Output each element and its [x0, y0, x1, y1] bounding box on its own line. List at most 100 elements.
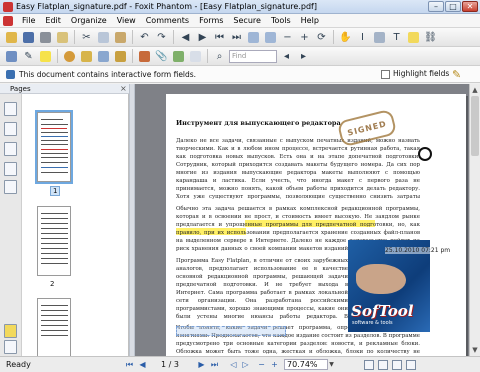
- find-prev-icon[interactable]: ◂: [279, 49, 294, 64]
- text-box-icon[interactable]: [4, 49, 19, 64]
- comments-nav-icon[interactable]: [4, 324, 17, 338]
- email-icon[interactable]: [55, 30, 70, 45]
- zoom-in-icon[interactable]: +: [297, 30, 312, 45]
- pages-panel-title: Pages: [10, 85, 31, 93]
- separator: [57, 49, 58, 63]
- continuous-facing-view-icon[interactable]: [406, 360, 416, 370]
- cut-icon[interactable]: ✂: [79, 30, 94, 45]
- single-page-view-icon[interactable]: [364, 360, 374, 370]
- status-bar: Ready ⏮ ◀ 1 / 3 ▶ ⏭ ◁ ▷ − + 70.74% ▼: [0, 356, 480, 372]
- paste-icon[interactable]: [113, 30, 128, 45]
- menu-help[interactable]: Help: [296, 14, 324, 28]
- layers-nav-icon[interactable]: [4, 162, 17, 176]
- search-icon[interactable]: ⌕: [212, 49, 227, 64]
- scroll-down-icon[interactable]: ▼: [471, 346, 479, 354]
- pen-icon[interactable]: ✎: [21, 49, 36, 64]
- hand-tool-icon[interactable]: ✋: [338, 30, 353, 45]
- menu-organize[interactable]: Organize: [66, 14, 112, 28]
- first-page-icon[interactable]: ⏮: [212, 30, 227, 45]
- form-pen-icon[interactable]: ✎: [452, 68, 461, 81]
- page-thumbnail[interactable]: [37, 298, 71, 356]
- menu-edit[interactable]: Edit: [40, 14, 66, 28]
- highlight-fields-checkbox[interactable]: [381, 70, 390, 79]
- page-thumbnail[interactable]: [35, 110, 73, 184]
- sign-icon[interactable]: [96, 49, 111, 64]
- security-nav-icon[interactable]: [4, 340, 17, 354]
- highlight-fields-label: Highlight fields: [393, 69, 450, 78]
- pages-nav-icon[interactable]: [4, 102, 17, 116]
- last-page-icon[interactable]: ⏭: [229, 30, 244, 45]
- scroll-thumb[interactable]: [471, 96, 479, 156]
- menu-forms[interactable]: Forms: [194, 14, 228, 28]
- snapshot-icon[interactable]: [372, 30, 387, 45]
- page-thumbnail-label: 1: [50, 186, 61, 196]
- fit-page-icon[interactable]: [246, 30, 261, 45]
- vertical-scrollbar[interactable]: ▲ ▼: [469, 84, 480, 356]
- page-indicator[interactable]: 1 / 3: [161, 360, 179, 369]
- redo-icon[interactable]: ↷: [154, 30, 169, 45]
- title-bar: Easy Flatplan_signature.pdf - Foxit Phan…: [0, 0, 480, 14]
- separator: [132, 30, 133, 44]
- minimize-button[interactable]: –: [428, 1, 444, 12]
- link-icon[interactable]: ⛓: [423, 30, 438, 45]
- copy-icon[interactable]: [96, 30, 111, 45]
- page-content: Инструмент для выпускающего редактора Да…: [135, 84, 469, 356]
- next-view-button[interactable]: ▷: [240, 359, 251, 370]
- softool-logo-subtitle: software & tools: [352, 320, 393, 326]
- typewriter-icon[interactable]: T: [389, 30, 404, 45]
- find-input[interactable]: Find: [229, 49, 277, 63]
- zoom-out-status-icon[interactable]: −: [256, 359, 267, 370]
- page-thumbnail[interactable]: [37, 206, 71, 276]
- note-icon[interactable]: [406, 30, 421, 45]
- first-page-button[interactable]: ⏮: [124, 359, 135, 370]
- facing-view-icon[interactable]: [392, 360, 402, 370]
- print-icon[interactable]: [38, 30, 53, 45]
- image-icon[interactable]: [171, 49, 186, 64]
- menu-file[interactable]: File: [17, 14, 40, 28]
- page-thumbnail-label: 2: [50, 280, 55, 288]
- separator: [207, 49, 208, 63]
- secondary-toolbar: ✎ 📎 ⌕ Find ◂ ▸: [0, 47, 480, 66]
- navigation-sidebar: [0, 94, 22, 356]
- certify-icon[interactable]: [113, 49, 128, 64]
- forward-icon[interactable]: ▶: [195, 30, 210, 45]
- menu-view[interactable]: View: [112, 14, 141, 28]
- rotate-icon[interactable]: ⟳: [314, 30, 329, 45]
- separator: [132, 49, 133, 63]
- menu-comments[interactable]: Comments: [141, 14, 194, 28]
- zoom-input[interactable]: 70.74%: [284, 359, 328, 370]
- bookmarks-nav-icon[interactable]: [4, 122, 17, 136]
- select-text-icon[interactable]: I: [355, 30, 370, 45]
- save-icon[interactable]: [21, 30, 36, 45]
- close-button[interactable]: ✕: [462, 1, 478, 12]
- maximize-button[interactable]: □: [445, 1, 461, 12]
- stamp-icon[interactable]: [137, 49, 152, 64]
- menu-secure[interactable]: Secure: [228, 14, 266, 28]
- highlight-icon[interactable]: [38, 49, 53, 64]
- form-field[interactable]: [176, 326, 286, 336]
- open-icon[interactable]: [4, 30, 19, 45]
- scroll-up-icon[interactable]: ▲: [471, 86, 479, 94]
- separator: [74, 30, 75, 44]
- lock-icon[interactable]: [79, 49, 94, 64]
- attach-icon[interactable]: 📎: [154, 49, 169, 64]
- zoom-out-icon[interactable]: −: [280, 30, 295, 45]
- continuous-view-icon[interactable]: [378, 360, 388, 370]
- signatures-nav-icon[interactable]: [4, 180, 17, 194]
- panel-close-icon[interactable]: ×: [120, 84, 127, 93]
- user-icon[interactable]: [62, 49, 77, 64]
- back-icon[interactable]: ◀: [178, 30, 193, 45]
- zoom-in-status-icon[interactable]: +: [269, 359, 280, 370]
- fit-width-icon[interactable]: [263, 30, 278, 45]
- page-icon[interactable]: [188, 49, 203, 64]
- zoom-dropdown-icon[interactable]: ▼: [327, 359, 336, 370]
- previous-view-button[interactable]: ◁: [228, 359, 239, 370]
- document-heading: Инструмент для выпускающего редактора: [176, 119, 341, 127]
- next-page-button[interactable]: ▶: [196, 359, 207, 370]
- attachments-nav-icon[interactable]: [4, 142, 17, 156]
- last-page-button[interactable]: ⏭: [209, 359, 220, 370]
- undo-icon[interactable]: ↶: [137, 30, 152, 45]
- menu-tools[interactable]: Tools: [266, 14, 296, 28]
- find-next-icon[interactable]: ▸: [296, 49, 311, 64]
- previous-page-button[interactable]: ◀: [137, 359, 148, 370]
